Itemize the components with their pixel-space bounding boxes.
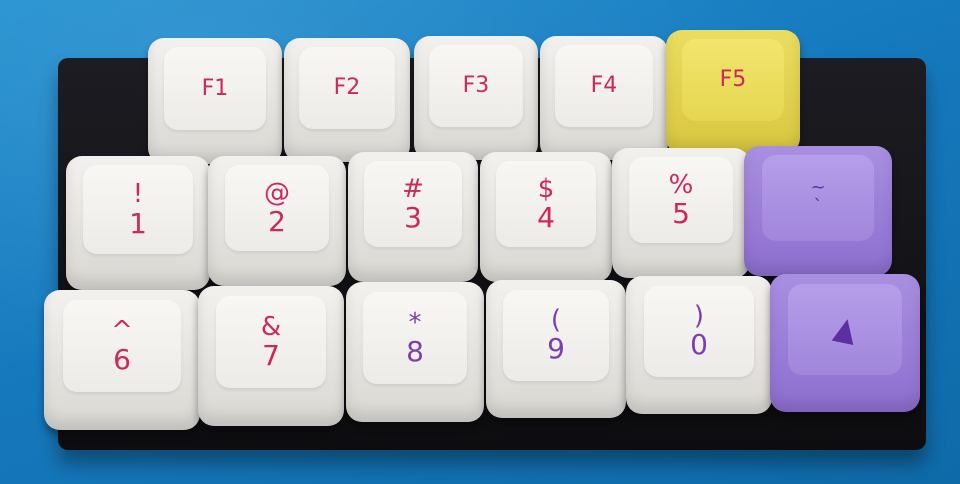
legend-dollar: $: [537, 173, 555, 204]
legend-exclamation: !: [132, 179, 144, 210]
key-f2[interactable]: F2: [284, 38, 410, 162]
legend-7: 7: [262, 338, 280, 372]
key-up-arrow[interactable]: [770, 274, 920, 412]
key-5[interactable]: % 5: [612, 148, 750, 278]
legend-f2: F2: [333, 75, 361, 101]
legend-0: 0: [690, 328, 708, 362]
legend-f3: F3: [462, 73, 490, 99]
legend-8: 8: [406, 334, 424, 368]
key-9[interactable]: ( 9: [486, 280, 626, 418]
legend-1: 1: [129, 206, 147, 240]
legend-f1: F1: [201, 75, 229, 101]
key-6[interactable]: ^ 6: [44, 290, 200, 430]
up-arrow-icon: [831, 317, 859, 346]
legend-4: 4: [537, 200, 555, 234]
legend-3: 3: [404, 200, 422, 234]
legend-ampersand: &: [260, 311, 282, 342]
legend-percent: %: [668, 169, 694, 200]
legend-hash: #: [402, 173, 424, 204]
legend-backtick: `: [813, 195, 823, 217]
legend-asterisk: *: [408, 307, 422, 338]
legend-2: 2: [268, 204, 286, 238]
key-f3[interactable]: F3: [414, 36, 538, 160]
key-3[interactable]: # 3: [348, 152, 478, 282]
key-4[interactable]: $ 4: [480, 152, 612, 282]
legend-6: 6: [113, 342, 131, 376]
key-tilde[interactable]: ~ `: [744, 146, 892, 276]
legend-open-paren: (: [550, 304, 562, 335]
key-0[interactable]: ) 0: [626, 276, 772, 414]
key-1[interactable]: ! 1: [66, 156, 210, 290]
legend-caret: ^: [111, 315, 133, 346]
key-f1[interactable]: F1: [148, 38, 282, 164]
legend-9: 9: [547, 332, 565, 366]
key-2[interactable]: @ 2: [208, 156, 346, 286]
legend-at: @: [263, 177, 290, 208]
legend-5: 5: [672, 196, 690, 230]
key-f4[interactable]: F4: [540, 36, 668, 160]
legend-f4: F4: [590, 73, 618, 99]
key-8[interactable]: * 8: [346, 282, 484, 422]
key-f5[interactable]: F5: [666, 30, 800, 154]
key-7[interactable]: & 7: [198, 286, 344, 426]
legend-f5: F5: [719, 67, 747, 93]
legend-close-paren: ): [693, 300, 705, 331]
